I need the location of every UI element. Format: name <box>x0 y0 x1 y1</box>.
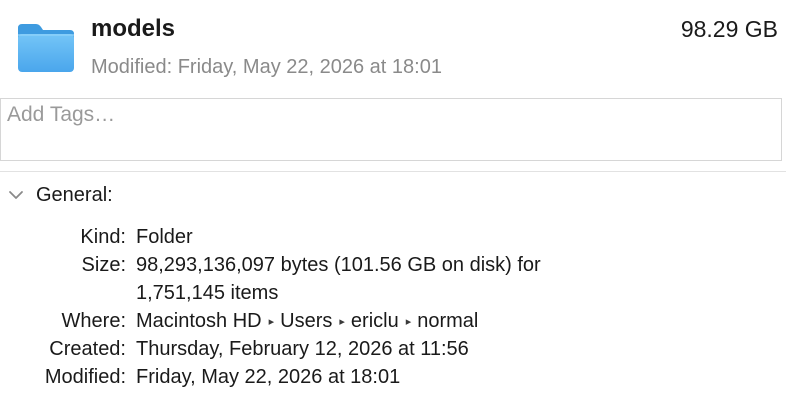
size-value: 98,293,136,097 bytes (101.56 GB on disk)… <box>136 254 541 276</box>
path-component: Macintosh HD <box>136 310 262 332</box>
path-component: ericlu <box>350 310 399 332</box>
where-label: Where: <box>61 310 126 332</box>
size-item-count: 1,751,145 items <box>136 282 279 304</box>
chevron-down-icon <box>8 188 24 202</box>
item-name: models <box>91 15 176 42</box>
path-component: Users <box>280 310 333 332</box>
tags-input[interactable] <box>7 103 767 127</box>
modified-label: Modified: <box>44 366 126 388</box>
created-value: Thursday, February 12, 2026 at 11:56 <box>136 338 469 360</box>
where-path: Macintosh HD ▸ Users ▸ ericlu ▸ normal <box>136 307 478 336</box>
path-separator-icon: ▸ <box>405 316 412 328</box>
general-section-toggle[interactable]: General: <box>8 182 113 208</box>
kind-value: Folder <box>136 226 193 248</box>
get-info-window: models 98.29 GB Modified: Friday, May 22… <box>0 0 786 412</box>
section-title: General: <box>36 183 113 206</box>
folder-icon <box>16 22 76 74</box>
path-separator-icon: ▸ <box>268 316 275 328</box>
path-separator-icon: ▸ <box>339 316 345 328</box>
path-component: normal <box>417 310 479 332</box>
section-divider <box>0 171 786 172</box>
item-modified-date: Modified: Friday, May 22, 2026 at 18:01 <box>91 56 442 78</box>
item-size: 98.29 GB <box>680 16 778 42</box>
size-label: Size: <box>81 254 126 276</box>
modified-value: Friday, May 22, 2026 at 18:01 <box>136 366 401 388</box>
info-header: models 98.29 GB Modified: Friday, May 22… <box>0 0 786 96</box>
created-label: Created: <box>49 338 126 360</box>
tags-field[interactable] <box>0 98 782 161</box>
kind-label: Kind: <box>80 226 126 248</box>
